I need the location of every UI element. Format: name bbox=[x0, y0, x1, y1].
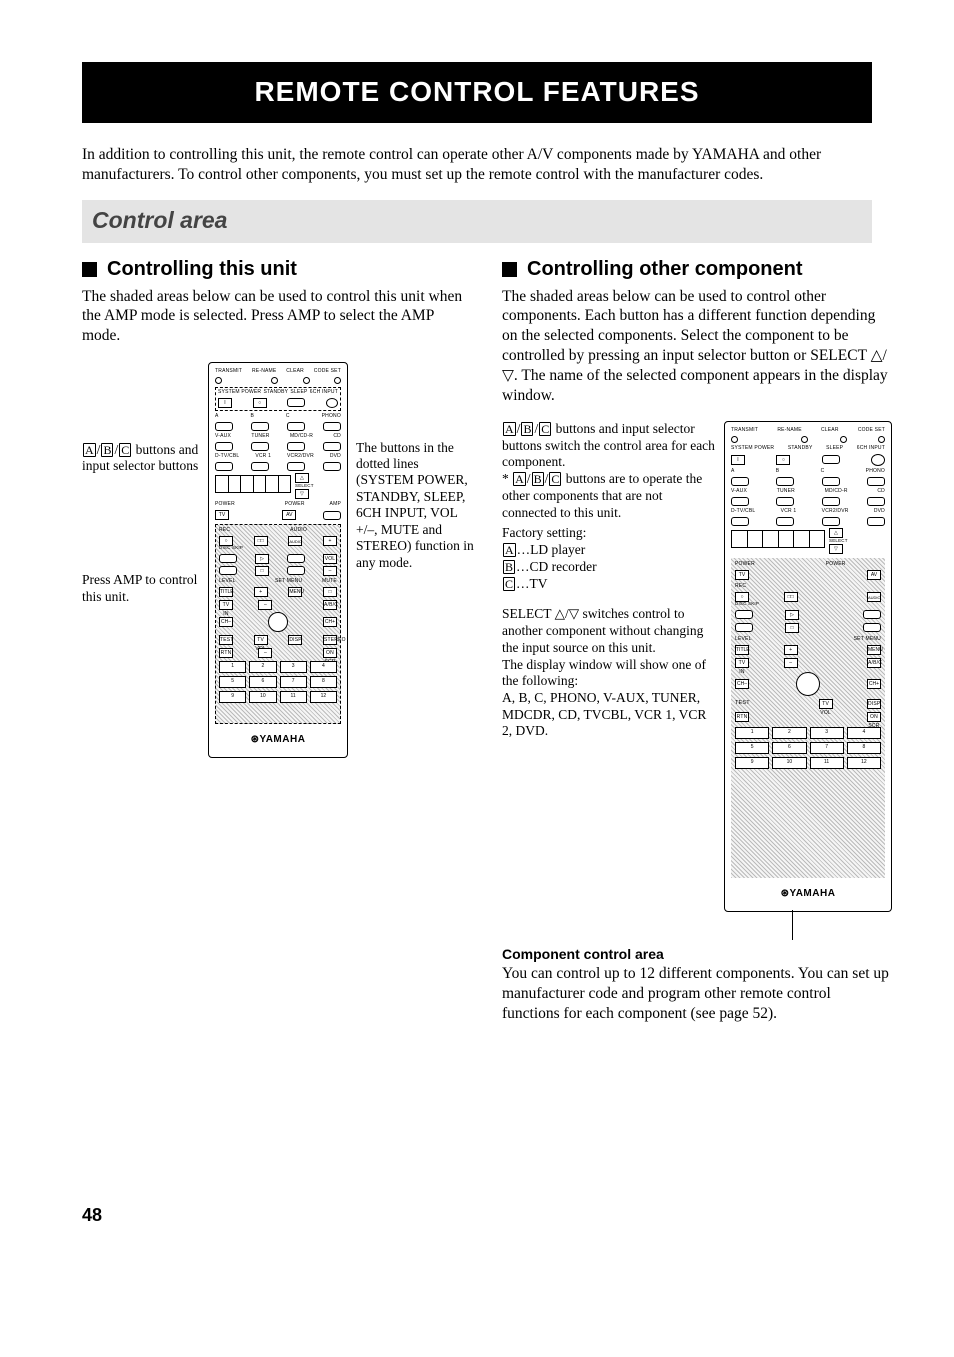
callout-right-dotted: The buttons in the dotted lines (SYSTEM … bbox=[356, 362, 474, 572]
intro-paragraph: In addition to controlling this unit, th… bbox=[82, 145, 872, 185]
brand-logo-text: ⊛YAMAHA bbox=[731, 888, 885, 901]
page-number: 48 bbox=[82, 1204, 872, 1227]
bullet-square-icon bbox=[82, 262, 97, 277]
remote-illustration-b: TRANSMITRE-NAMECLEARCODE SET SYSTEM POWE… bbox=[724, 421, 892, 912]
callout-left-labels: A/B/C buttons and input selector buttons… bbox=[82, 362, 200, 606]
heading-controlling-other: Controlling other component bbox=[527, 257, 803, 283]
section-bar-control-area: Control area bbox=[82, 200, 872, 242]
bullet-square-icon bbox=[502, 262, 517, 277]
col-controlling-other-component: Controlling other component The shaded a… bbox=[502, 257, 892, 1024]
heading-controlling-this-unit: Controlling this unit bbox=[107, 257, 297, 283]
para-component-control-area: You can control up to 12 different compo… bbox=[502, 964, 892, 1023]
callout-leftB: A/B/C buttons and input selector buttons… bbox=[502, 421, 716, 740]
para-right-body: The shaded areas below can be used to co… bbox=[502, 287, 892, 406]
heading-component-control-area: Component control area bbox=[502, 946, 892, 964]
col-controlling-this-unit: Controlling this unit The shaded areas b… bbox=[82, 257, 474, 758]
para-select-switches: SELECT △/▽ switches control to another c… bbox=[502, 606, 716, 740]
factory-setting-block: Factory setting: A…LD player B…CD record… bbox=[502, 525, 716, 592]
callout-press-amp: Press AMP to control this unit. bbox=[82, 572, 200, 605]
remote-illustration-a: TRANSMITRE-NAMECLEARCODE SET SYSTEM POWE… bbox=[208, 362, 348, 758]
para-abc-switch: A/B/C buttons and input selector buttons… bbox=[502, 421, 716, 521]
page-title-banner: REMOTE CONTROL FEATURES bbox=[82, 62, 872, 123]
callout-abc-buttons: A/B/C buttons and input selector buttons bbox=[82, 442, 200, 475]
brand-logo-text: ⊛YAMAHA bbox=[215, 734, 341, 747]
para-left-body: The shaded areas below can be used to co… bbox=[82, 287, 474, 346]
